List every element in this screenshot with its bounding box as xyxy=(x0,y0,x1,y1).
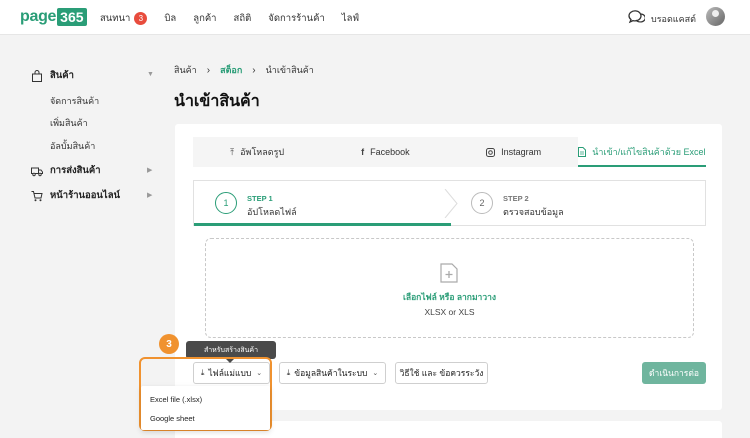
instagram-icon xyxy=(486,147,496,157)
button-label: ข้อมูลสินค้าในระบบ xyxy=(294,368,368,378)
tab-label: Facebook xyxy=(370,147,410,157)
sidebar-subitem-add[interactable]: เพิ่มสินค้า xyxy=(50,116,88,130)
continue-button[interactable]: ดำเนินการต่อ xyxy=(642,362,706,384)
notification-badge: 3 xyxy=(134,12,148,25)
step-divider-chevron xyxy=(444,189,458,218)
system-data-button[interactable]: ⤓ ข้อมูลสินค้าในระบบ ⌄ xyxy=(279,362,386,384)
breadcrumb-stock[interactable]: สต็อก xyxy=(220,63,242,77)
sidebar: สินค้า ▼ จัดการสินค้า เพิ่มสินค้า อัลบั้… xyxy=(0,35,160,438)
sidebar-item-label: สินค้า xyxy=(50,70,74,81)
truck-icon xyxy=(31,167,43,176)
step-number: 2 xyxy=(471,192,493,214)
cart-icon xyxy=(31,190,43,201)
chat-icon[interactable] xyxy=(627,9,645,25)
sidebar-item-label: การส่งสินค้า xyxy=(50,165,101,176)
tab-label: Instagram xyxy=(501,147,542,157)
button-label: ดำเนินการต่อ xyxy=(649,368,699,378)
bag-icon xyxy=(32,69,42,82)
breadcrumb: สินค้า › สต็อก › นำเข้าสินค้า xyxy=(174,63,314,77)
main-nav: สนทนา 3 บิล ลูกค้า สถิติ จัดการร้านค้า ไ… xyxy=(100,11,359,26)
chevron-right-icon: › xyxy=(206,64,211,76)
nav-label: ไลฟ์ xyxy=(341,13,360,24)
nav-item-shop[interactable]: จัดการร้านค้า xyxy=(268,11,325,26)
file-dropzone[interactable]: เลือกไฟล์ หรือ ลากมาวาง XLSX or XLS xyxy=(205,238,694,338)
tab-excel[interactable]: นำเข้า/แก้ไขสินค้าด้วย Excel xyxy=(577,137,707,167)
avatar[interactable] xyxy=(706,7,725,26)
file-icon xyxy=(578,147,587,157)
download-icon: ⤓ xyxy=(286,368,291,377)
nav-item-customers[interactable]: ลูกค้า xyxy=(193,11,216,26)
logo[interactable]: page 365 xyxy=(20,6,87,28)
step-desc: อัปโหลดไฟล์ xyxy=(247,207,297,217)
step-label: STEP 1 xyxy=(247,194,273,203)
nav-label: จัดการร้านค้า xyxy=(268,13,325,24)
step-label: STEP 2 xyxy=(503,194,529,203)
upload-icon: ⤒ xyxy=(230,146,235,157)
chevron-down-icon: ▼ xyxy=(147,71,154,78)
chevron-down-icon: ⌄ xyxy=(372,370,379,377)
tab-label: อัพโหลดรูป xyxy=(240,147,285,157)
step-desc: ตรวจสอบข้อมูล xyxy=(503,207,564,217)
chevron-right-icon: ▶ xyxy=(147,192,153,199)
stepper: 1 STEP 1 อัปโหลดไฟล์ 2 STEP 2 ตรวจสอบข้อ… xyxy=(193,180,706,226)
tab-facebook[interactable]: f Facebook xyxy=(321,137,449,167)
broadcast-link[interactable]: บรอดแคสต์ xyxy=(651,12,696,26)
sidebar-subitem-album[interactable]: อัลบั้มสินค้า xyxy=(50,139,95,153)
nav-label: สนทนา xyxy=(100,13,131,24)
page-title: นำเข้าสินค้า xyxy=(174,93,260,110)
sidebar-item-products[interactable]: สินค้า xyxy=(31,68,74,83)
nav-item-stats[interactable]: สถิติ xyxy=(234,11,252,26)
logo-text: page xyxy=(20,8,57,25)
howto-button[interactable]: วิธีใช้ และ ข้อควรระวัง xyxy=(395,362,488,384)
sidebar-item-label: หน้าร้านออนไลน์ xyxy=(50,190,121,201)
sidebar-item-storefront[interactable]: หน้าร้านออนไลน์ xyxy=(31,188,120,203)
tab-label: นำเข้า/แก้ไขสินค้าด้วย Excel xyxy=(592,147,706,157)
top-navbar: page 365 สนทนา 3 บิล ลูกค้า สถิติ จัดการ… xyxy=(0,0,750,35)
choose-file-link[interactable]: เลือกไฟล์ หรือ ลากมาวาง xyxy=(206,290,693,304)
nav-item-live[interactable]: ไลฟ์ xyxy=(342,11,359,26)
step-number: 1 xyxy=(215,192,237,214)
breadcrumb-products[interactable]: สินค้า xyxy=(174,63,197,77)
logo-number: 365 xyxy=(57,8,87,26)
dropdown-option-excel[interactable]: Excel file (.xlsx) xyxy=(150,395,202,404)
template-dropdown-menu: Excel file (.xlsx) Google sheet xyxy=(141,386,270,430)
nav-item-chat[interactable]: สนทนา 3 xyxy=(100,11,148,26)
file-format-hint: XLSX or XLS xyxy=(424,307,475,317)
callout-number: 3 xyxy=(159,334,179,354)
dropdown-option-google-sheet[interactable]: Google sheet xyxy=(150,414,195,423)
import-tabs: ⤒ อัพโหลดรูป f Facebook Instagram นำเข้า… xyxy=(193,137,707,167)
nav-label: สถิติ xyxy=(233,13,252,24)
nav-label: บิล xyxy=(164,13,177,24)
sidebar-subitem-manage[interactable]: จัดการสินค้า xyxy=(50,94,99,108)
tab-upload-photo[interactable]: ⤒ อัพโหลดรูป xyxy=(193,137,321,167)
button-label: วิธีใช้ และ ข้อควรระวัง xyxy=(399,368,484,378)
sidebar-item-shipping[interactable]: การส่งสินค้า xyxy=(31,163,101,178)
chevron-right-icon: › xyxy=(252,64,256,76)
step-1: 1 STEP 1 อัปโหลดไฟล์ xyxy=(194,181,451,226)
nav-item-bills[interactable]: บิล xyxy=(164,11,176,26)
breadcrumb-current: นำเข้าสินค้า xyxy=(265,65,314,75)
facebook-icon: f xyxy=(361,147,365,157)
chevron-right-icon: ▶ xyxy=(147,167,153,174)
tab-instagram[interactable]: Instagram xyxy=(450,137,578,167)
nav-label: ลูกค้า xyxy=(193,13,217,24)
file-add-icon xyxy=(440,263,458,283)
